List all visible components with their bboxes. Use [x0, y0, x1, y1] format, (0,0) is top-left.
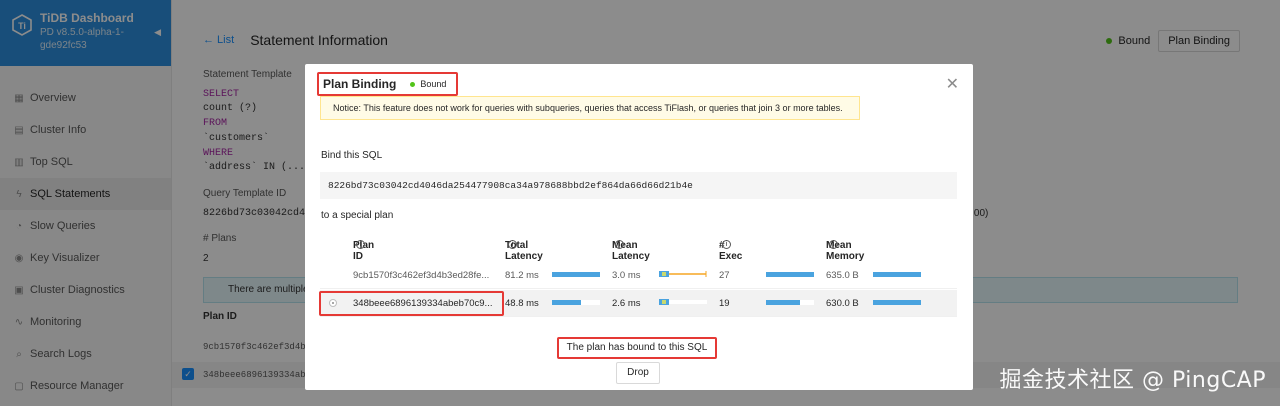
exec-cell: 27 — [719, 270, 730, 281]
plans-table-header: Plan ID i Total Latency i Mean Latency i # … — [353, 240, 865, 262]
bound-message: The plan has bound to this SQL — [557, 337, 717, 359]
sql-digest: 8226bd73c03042cd4046da254477908ca34a9786… — [320, 172, 957, 199]
plan-binding-modal: Plan Binding Bound ✕ Notice: This featur… — [305, 64, 973, 390]
total-latency-cell: 48.8 ms — [505, 298, 539, 309]
modal-header: Plan Binding Bound — [317, 72, 459, 96]
modal-status-text: Bound — [420, 79, 447, 89]
total-latency-cell: 81.2 ms — [505, 270, 539, 281]
exec-bar — [766, 272, 814, 277]
total-latency-bar — [552, 300, 581, 305]
info-icon: i — [508, 240, 517, 249]
plan-row[interactable]: 9cb1570f3c462ef3d4b3ed28fe... 81.2 ms 3.… — [320, 262, 957, 289]
plan-id-cell: 9cb1570f3c462ef3d4b3ed28fe... — [353, 270, 490, 281]
special-plan-label: to a special plan — [321, 210, 394, 221]
modal-title: Plan Binding — [323, 77, 397, 91]
info-icon: i — [829, 240, 838, 249]
mean-latency-cell: 3.0 ms — [612, 270, 641, 281]
info-icon: i — [356, 240, 365, 249]
selected-plan-highlight — [319, 291, 504, 316]
modal-status-badge: Bound — [410, 79, 446, 89]
info-icon: i — [615, 240, 624, 249]
close-icon[interactable]: ✕ — [946, 74, 959, 94]
mean-latency-cell: 2.6 ms — [612, 298, 641, 309]
total-latency-bar — [552, 272, 600, 277]
bind-sql-label: Bind this SQL — [321, 150, 383, 161]
notice-banner: Notice: This feature does not work for q… — [320, 96, 860, 120]
memory-bar — [873, 272, 921, 277]
mean-latency-range-icon — [659, 271, 707, 277]
mean-latency-range-icon — [659, 299, 707, 305]
info-icon: i — [722, 240, 731, 249]
mean-memory-cell: 635.0 B — [826, 270, 859, 281]
bound-dot-icon — [410, 81, 416, 87]
mean-memory-cell: 630.0 B — [826, 298, 859, 309]
exec-cell: 19 — [719, 298, 730, 309]
drop-button[interactable]: Drop — [616, 362, 660, 384]
exec-bar — [766, 300, 800, 305]
watermark: 掘金技术社区 @ PingCAP — [999, 368, 1266, 393]
memory-bar — [873, 300, 921, 305]
